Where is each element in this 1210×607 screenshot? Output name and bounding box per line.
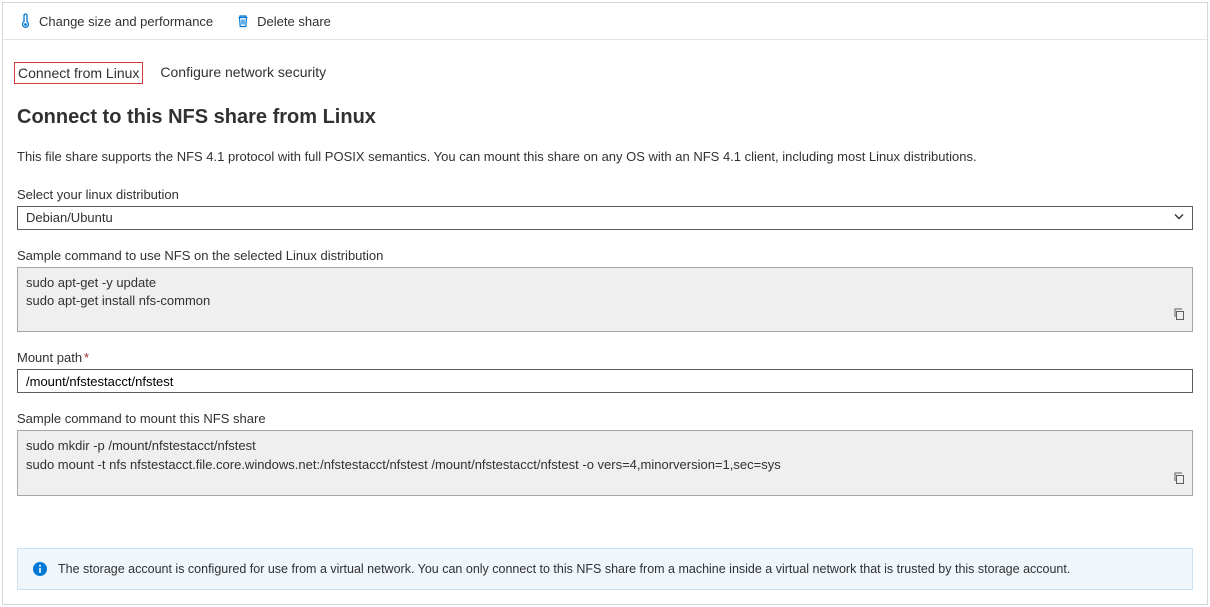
thermometer-icon [17,13,33,29]
mount-command-box: sudo mkdir -p /mount/nfstestacct/nfstest… [17,430,1193,496]
copy-mount-button[interactable] [1172,471,1186,491]
copy-install-button[interactable] [1172,307,1186,327]
distro-field: Select your linux distribution Debian/Ub… [17,187,1193,230]
install-command-field: Sample command to use NFS on the selecte… [17,248,1193,333]
mount-command-text: sudo mkdir -p /mount/nfstestacct/nfstest… [26,438,781,472]
distro-label: Select your linux distribution [17,187,1193,202]
info-icon [32,561,48,577]
delete-share-label: Delete share [257,14,331,29]
install-command-label: Sample command to use NFS on the selecte… [17,248,1193,263]
page-title: Connect to this NFS share from Linux [17,106,1193,129]
mount-command-label: Sample command to mount this NFS share [17,411,1193,426]
mount-path-field: Mount path * [17,350,1193,393]
mount-path-label: Mount path * [17,350,1193,365]
info-banner: The storage account is configured for us… [17,548,1193,590]
distro-value: Debian/Ubuntu [26,210,113,225]
page-description: This file share supports the NFS 4.1 pro… [17,147,1193,167]
required-asterisk: * [84,350,89,365]
tab-network-security[interactable]: Configure network security [157,62,329,84]
copy-icon [1172,471,1186,485]
distro-select[interactable]: Debian/Ubuntu [17,206,1193,230]
tab-connect-linux[interactable]: Connect from Linux [14,62,143,84]
delete-share-button[interactable]: Delete share [235,13,331,29]
change-size-button[interactable]: Change size and performance [17,13,213,29]
share-panel: Change size and performance Delete share… [2,2,1208,605]
mount-path-input[interactable] [17,369,1193,393]
content-area: Connect from Linux Configure network sec… [3,40,1207,604]
copy-icon [1172,307,1186,321]
tabs: Connect from Linux Configure network sec… [14,62,1193,84]
change-size-label: Change size and performance [39,14,213,29]
info-message: The storage account is configured for us… [58,562,1070,576]
trash-icon [235,13,251,29]
toolbar: Change size and performance Delete share [3,3,1207,40]
install-command-text: sudo apt-get -y update sudo apt-get inst… [26,275,210,309]
install-command-box: sudo apt-get -y update sudo apt-get inst… [17,267,1193,333]
mount-command-field: Sample command to mount this NFS share s… [17,411,1193,496]
